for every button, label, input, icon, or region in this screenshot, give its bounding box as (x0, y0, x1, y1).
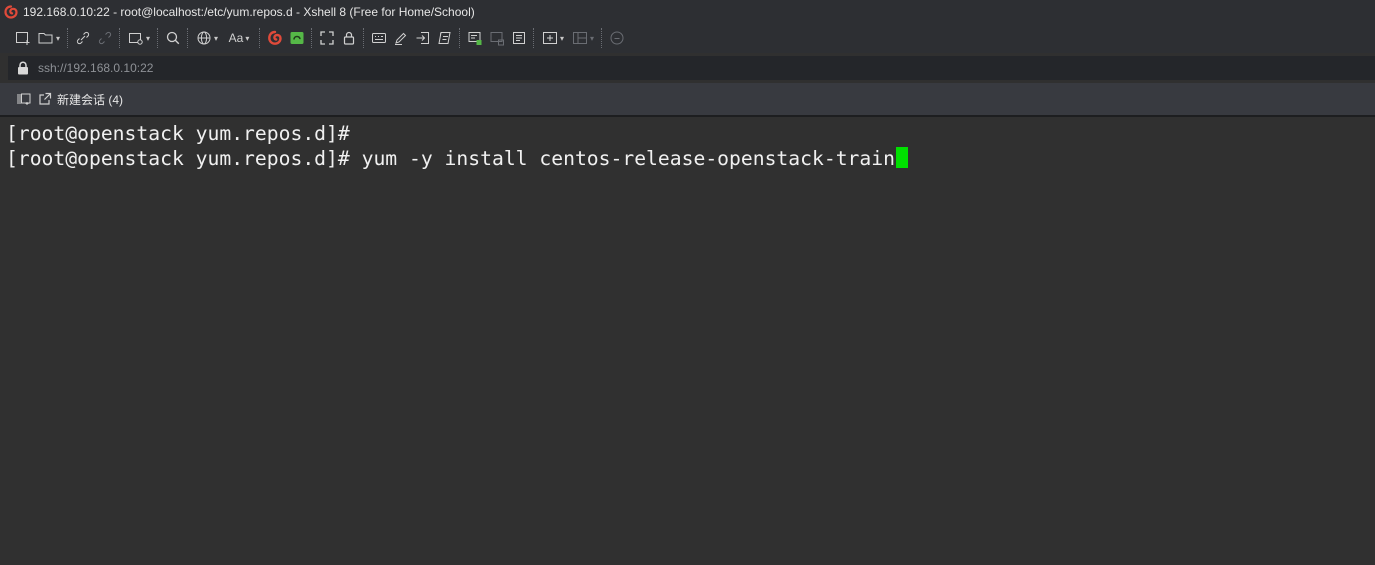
session-properties-button[interactable]: ▾ (124, 26, 154, 50)
main-toolbar: ▾ ▾ ▾ Aa ▾ ▾ ▾ (0, 23, 1375, 53)
toolbar-separator (533, 28, 535, 48)
open-session-button[interactable]: ▾ (34, 26, 64, 50)
terminal-line: [root@openstack yum.repos.d]# yum -y ins… (6, 146, 908, 171)
tab-new-session[interactable]: 新建会话 (4) (38, 91, 123, 108)
chat-icon (610, 31, 624, 45)
toolbar-separator (259, 28, 261, 48)
chevron-down-icon: ▾ (145, 33, 150, 43)
address-bar[interactable]: ssh://192.168.0.10:22 (8, 56, 1375, 80)
terminal-line-text: [root@openstack yum.repos.d]# yum -y ins… (6, 147, 895, 170)
xshell-red-icon (268, 30, 282, 45)
tabs-list-icon (17, 93, 31, 105)
address-url: ssh://192.168.0.10:22 (38, 61, 154, 75)
compose-icon (468, 32, 482, 45)
external-link-icon (39, 92, 52, 105)
tab-label: 新建会话 (4) (57, 92, 124, 107)
fullscreen-icon (320, 31, 334, 45)
compose-bar-button[interactable] (464, 26, 486, 50)
terminal-line-text: [root@openstack yum.repos.d]# (6, 122, 350, 145)
folder-open-icon (38, 33, 53, 44)
toolbar-separator (67, 28, 69, 48)
toolbar-separator (187, 28, 189, 48)
lock-icon (17, 61, 29, 75)
toolbar-separator (459, 28, 461, 48)
link-icon (76, 31, 90, 45)
highlight-button[interactable] (390, 26, 412, 50)
title-bar: 192.168.0.10:22 - root@localhost:/etc/yu… (0, 0, 1375, 23)
encoding-button[interactable]: ▾ (192, 26, 222, 50)
chevron-down-icon: ▾ (55, 33, 60, 43)
chevron-down-icon: ▾ (559, 33, 564, 43)
layout-icon (572, 32, 587, 44)
new-session-icon (16, 32, 30, 45)
script-icon (438, 32, 451, 44)
toolbar-separator (311, 28, 313, 48)
globe-icon (197, 31, 211, 45)
xshell-window: 192.168.0.10:22 - root@localhost:/etc/yu… (0, 0, 1375, 565)
unlink-icon (98, 31, 112, 45)
document-icon (513, 32, 525, 44)
new-tab-button[interactable]: ▾ (538, 26, 568, 50)
session-tab-bar: 新建会话 (4) (0, 83, 1375, 115)
log-button[interactable] (508, 26, 530, 50)
font-button[interactable]: Aa ▾ (222, 26, 256, 50)
add-tab-icon (542, 32, 557, 44)
terminal-cursor (895, 147, 908, 168)
session-manager-button[interactable] (16, 91, 32, 107)
reconnect-button[interactable] (72, 26, 94, 50)
disconnect-button[interactable] (94, 26, 116, 50)
toolbar-separator (363, 28, 365, 48)
compose-pane-icon (490, 32, 504, 46)
xshell-logo-icon (4, 4, 18, 19)
keyboard-icon (372, 33, 386, 43)
compose-pane-button[interactable] (486, 26, 508, 50)
pen-icon (395, 32, 407, 45)
fullscreen-button[interactable] (316, 26, 338, 50)
chevron-down-icon: ▾ (245, 33, 250, 43)
script-button[interactable] (434, 26, 456, 50)
toolbar-separator (119, 28, 121, 48)
chevron-down-icon: ▾ (589, 33, 594, 43)
chat-button[interactable] (606, 26, 628, 50)
terminal-line: [root@openstack yum.repos.d]# (6, 121, 350, 146)
xftp-green-icon (290, 32, 304, 44)
login-arrow-icon (416, 32, 429, 44)
new-session-button[interactable] (12, 26, 34, 50)
chevron-down-icon: ▾ (213, 33, 218, 43)
session-settings-icon (128, 33, 143, 45)
lock-screen-button[interactable] (338, 26, 360, 50)
lock-icon (343, 31, 355, 45)
transfer-button[interactable] (412, 26, 434, 50)
layout-button[interactable]: ▾ (568, 26, 598, 50)
terminal-area[interactable]: [root@openstack yum.repos.d]# [root@open… (0, 117, 1375, 565)
xftp-button[interactable] (286, 26, 308, 50)
window-title: 192.168.0.10:22 - root@localhost:/etc/yu… (23, 4, 475, 19)
font-icon: Aa (228, 31, 244, 45)
toolbar-separator (601, 28, 603, 48)
xshell-home-button[interactable] (264, 26, 286, 50)
find-button[interactable] (162, 26, 184, 50)
toolbar-separator (157, 28, 159, 48)
search-icon (166, 31, 180, 45)
keyboard-button[interactable] (368, 26, 390, 50)
